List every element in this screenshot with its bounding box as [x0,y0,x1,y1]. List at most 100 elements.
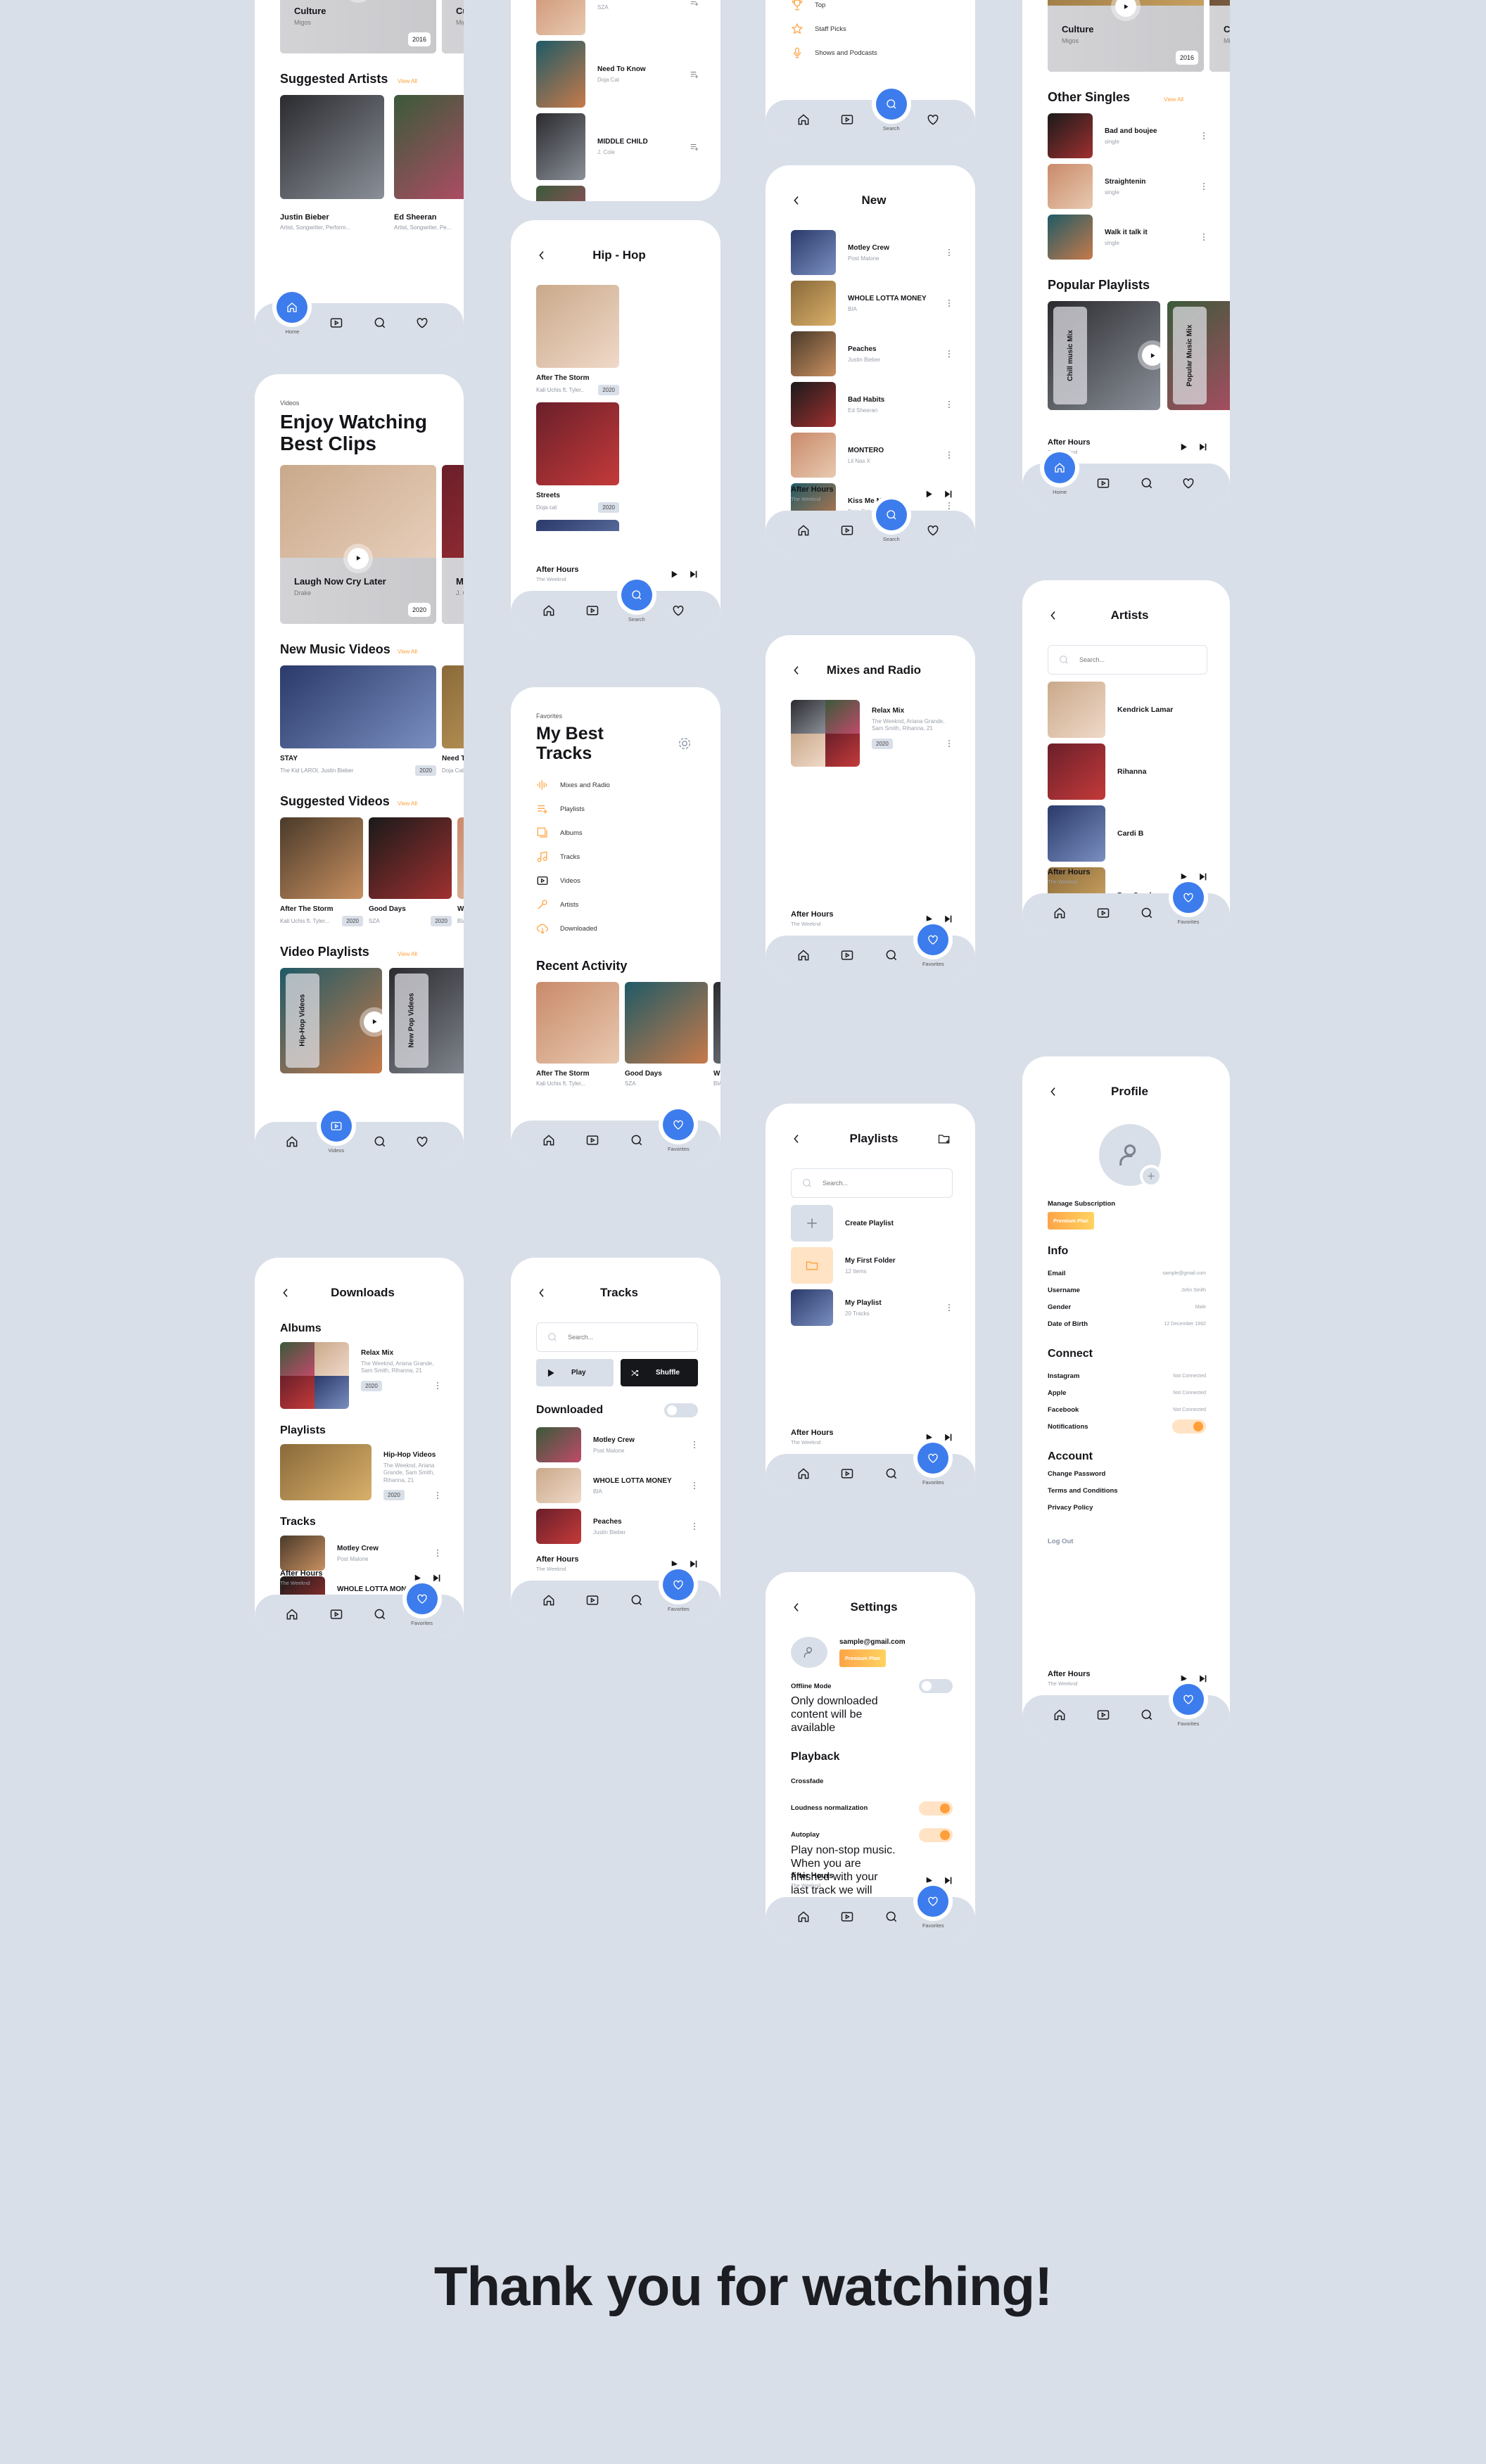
nav-search-icon[interactable] [884,948,898,962]
nav-favorites-active[interactable] [913,1882,953,1921]
feature-card[interactable]: Laugh Now Cry Later Drake 2020 [280,464,436,624]
search-field[interactable] [791,1168,953,1198]
search-input[interactable] [1079,656,1162,663]
next-icon[interactable] [432,1573,441,1583]
list-item[interactable]: Bad Habits Ed Sheeran [791,382,957,427]
folder-plus-icon[interactable] [937,1132,951,1146]
mix-card[interactable]: Hip-Hop Videos The Weeknd, Ariana Grande,… [280,1444,445,1501]
nav-search-icon[interactable] [630,1593,644,1607]
nav-videos-icon[interactable] [585,1593,599,1607]
nav-favorites-active[interactable] [913,1438,953,1478]
setting-toggle[interactable] [919,1679,953,1693]
artist-photo[interactable] [394,95,464,199]
back-icon[interactable] [791,1133,802,1144]
playlist-card[interactable]: New Pop Videos [389,967,464,1073]
more-icon[interactable] [944,739,954,748]
thumbnail[interactable] [442,665,464,748]
playlist-card[interactable]: Chill music Mix [1048,301,1160,410]
list-item[interactable]: Walk it talk it single [1048,215,1212,260]
nav-favorites-icon[interactable] [415,1135,429,1149]
list-item[interactable]: WHOLE LOTTA MONEY BIA [536,1468,702,1503]
next-icon[interactable] [689,570,698,579]
nav-videos-icon[interactable] [585,604,599,618]
track-art[interactable] [1048,113,1093,158]
playlist-cover[interactable]: Hip-Hop Videos [280,967,382,1073]
thumbnail[interactable] [536,520,619,531]
list-item[interactable]: Cardi B [1048,805,1212,862]
more-icon[interactable] [690,1440,699,1450]
artist-card[interactable]: Ed Sheeran Artist, Songwriter, Pe... [394,95,464,231]
artist-card[interactable]: Justin Bieber Artist, Songwriter, Perform… [280,95,384,231]
track-art[interactable] [1048,682,1105,738]
menu-item[interactable]: Top [791,0,957,17]
feature-card[interactable]: Culture Migos 2016 [1048,0,1204,72]
more-icon[interactable] [1199,131,1209,141]
track-art[interactable] [536,1468,581,1503]
view-all-link[interactable]: View All [398,649,417,655]
back-icon[interactable] [536,250,547,261]
feature-card[interactable]: Culture Migos 2016 [280,0,436,53]
feature-card[interactable]: MIDDLE CHILDJ. Cole2020 [442,464,464,624]
nav-favorites-active[interactable] [659,1565,699,1604]
search-field[interactable] [536,1322,698,1352]
nav-home-icon[interactable] [542,604,556,618]
more-icon[interactable] [944,450,954,460]
nav-favorites-icon[interactable] [1181,476,1195,490]
next-icon[interactable] [944,1433,953,1442]
media-card[interactable]: WHOLE LOTTA MONEY BIA2020 [457,817,464,926]
next-icon[interactable] [944,1876,953,1885]
view-all-link[interactable]: View All [398,78,417,84]
play-button[interactable] [364,1011,382,1033]
more-icon[interactable] [944,501,954,511]
more-icon[interactable] [944,349,954,359]
playlist-card[interactable]: Hip-Hop Videos [280,967,382,1073]
menu-item[interactable]: Mixes and Radio [536,773,702,797]
next-icon[interactable] [1198,442,1207,452]
thumbnail[interactable] [280,665,436,748]
nav-favorites-icon[interactable] [926,113,940,127]
next-icon[interactable] [944,914,953,924]
view-all-link[interactable]: View All [1164,96,1183,103]
nav-videos-icon[interactable] [840,113,854,127]
nav-search-icon[interactable] [1140,906,1154,920]
nav-videos-icon[interactable] [840,948,854,962]
notifications-toggle[interactable] [1172,1419,1206,1434]
media-card[interactable]: WHOLE LOTTA MONEY BIA [713,982,720,1087]
account-link[interactable]: Privacy Policy [1048,1504,1212,1521]
playlist-item[interactable]: My Playlist 20 Tracks [791,1289,957,1326]
media-card[interactable]: Streets Doja cat 2020 [536,402,619,513]
menu-item[interactable]: Downloaded [536,917,702,940]
nav-home-icon[interactable] [542,1593,556,1607]
play-icon[interactable] [925,490,934,499]
nav-favorites-active[interactable] [913,920,953,959]
media-card[interactable]: STAY The Kid LAROI, Justin Bieber 2020 [280,665,436,776]
next-icon[interactable] [689,1559,698,1569]
nav-search-icon[interactable] [373,1607,387,1621]
play-icon[interactable] [670,570,679,579]
nav-home-icon[interactable] [285,1135,299,1149]
back-icon[interactable] [791,665,802,676]
next-icon[interactable] [1198,872,1207,881]
track-art[interactable] [791,331,836,376]
premium-plan-badge[interactable]: Premium Plan [1048,1212,1095,1230]
list-item[interactable]: Kendrick Lamar [1048,682,1212,738]
nav-videos-icon[interactable] [840,1910,854,1924]
list-item[interactable] [536,186,702,201]
nav-favorites-active[interactable] [659,1105,699,1144]
premium-plan-badge[interactable]: Premium Plan [839,1649,887,1667]
search-input[interactable] [823,1180,905,1187]
media-card[interactable]: Good Days SZA 2020 [369,817,452,926]
track-art[interactable] [536,0,585,35]
menu-item[interactable]: Staff Picks [791,17,957,41]
mix-card[interactable]: Relax Mix The Weeknd, Ariana Grande, Sam … [791,700,957,767]
menu-item[interactable]: Tracks [536,845,702,869]
thumbnail[interactable] [536,402,619,485]
media-card[interactable]: After The Storm Kali Uchis ft. Tyler.. 202… [536,285,619,395]
more-icon[interactable] [944,1303,954,1313]
play-button[interactable] [348,547,369,569]
nav-favorites-icon[interactable] [926,523,940,537]
list-item[interactable]: Straightenin single [1048,164,1212,209]
more-icon[interactable] [433,1548,443,1558]
track-art[interactable] [536,113,585,180]
nav-home-icon[interactable] [796,948,811,962]
